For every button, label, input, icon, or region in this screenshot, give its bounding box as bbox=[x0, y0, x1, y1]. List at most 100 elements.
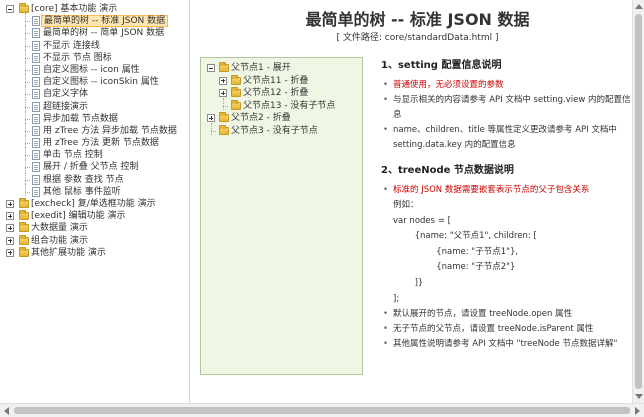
page-icon bbox=[32, 125, 40, 136]
scroll-left-icon[interactable] bbox=[4, 407, 9, 415]
nav-item-label[interactable]: 自定义字体 bbox=[43, 88, 88, 100]
code-line: {name: "子节点1"}, bbox=[393, 246, 519, 257]
code-line: 例如： bbox=[393, 200, 419, 210]
demo-node-parent3[interactable]: 父节点3 - 没有子节点 bbox=[201, 122, 362, 138]
demo-node-parent1[interactable]: 父节点1 - 展开 bbox=[201, 62, 362, 75]
page-icon bbox=[32, 162, 40, 173]
folder-icon bbox=[231, 99, 241, 110]
page-icon bbox=[32, 138, 40, 149]
page-title: 最简单的树 -- 标准 JSON 数据 bbox=[305, 10, 530, 29]
nav-item-label[interactable]: 用 zTree 方法 异步加载 节点数据 bbox=[43, 125, 177, 137]
treenode-note: 无子节点的父节点，请设置 treeNode.isParent 属性 bbox=[378, 322, 633, 337]
nav-item-label[interactable]: 展开 / 折叠 父节点 控制 bbox=[43, 161, 138, 173]
navigation-tree: [core] 基本功能 演示 最简单的树 -- 标准 JSON 数据 最简单的树… bbox=[0, 0, 190, 403]
horizontal-scrollbar[interactable] bbox=[0, 403, 644, 417]
expand-switch-icon[interactable] bbox=[6, 212, 14, 221]
nav-node-excheck[interactable]: [excheck] 复/单选框功能 演示 bbox=[0, 198, 189, 210]
expand-switch-icon[interactable] bbox=[219, 76, 227, 85]
nav-node-other-ext[interactable]: 其他扩展功能 演示 bbox=[0, 246, 189, 259]
nav-item-click-control[interactable]: 单击 节点 控制 bbox=[0, 147, 189, 161]
folder-open-icon bbox=[219, 62, 229, 72]
nav-node-label[interactable]: 大数据量 演示 bbox=[31, 222, 88, 234]
nav-item-expand-control[interactable]: 展开 / 折叠 父节点 控制 bbox=[0, 159, 189, 173]
demo-node-parent2[interactable]: 父节点2 - 折叠 bbox=[201, 112, 362, 125]
treenode-note: 其他属性说明请参考 API 文档中 "treeNode 节点数据详解" bbox=[378, 337, 633, 352]
nav-item-label[interactable]: 用 zTree 方法 更新 节点数据 bbox=[43, 137, 159, 149]
demo-node-label[interactable]: 父节点12 - 折叠 bbox=[243, 87, 308, 99]
page-icon bbox=[32, 77, 40, 88]
nav-item-label[interactable]: 其他 鼠标 事件监听 bbox=[43, 186, 121, 198]
folder-icon bbox=[19, 246, 29, 257]
setting-note: 普通使用，无必须设置的参数 bbox=[378, 78, 633, 93]
nav-item-label[interactable]: 异步加载 节点数据 bbox=[43, 113, 118, 125]
nav-item-label[interactable]: 不显示 节点 图标 bbox=[43, 52, 112, 64]
page-icon bbox=[32, 113, 40, 124]
demo-node-label[interactable]: 父节点13 - 没有子节点 bbox=[243, 100, 335, 112]
scroll-up-icon[interactable] bbox=[635, 4, 643, 9]
code-line: ]} bbox=[393, 277, 424, 288]
nav-item-label[interactable]: 最简单的树 -- 标准 JSON 数据 bbox=[41, 15, 169, 28]
nav-item-label[interactable]: 单击 节点 控制 bbox=[43, 149, 103, 161]
scroll-right-icon[interactable] bbox=[635, 407, 640, 415]
demo-node-label[interactable]: 父节点1 - 展开 bbox=[231, 62, 291, 74]
nav-item-simple-json[interactable]: 最简单的树 -- 简单 JSON 数据 bbox=[0, 25, 189, 39]
nav-node-label[interactable]: [exedit] 编辑功能 演示 bbox=[31, 210, 125, 222]
nav-node-label[interactable]: [core] 基本功能 演示 bbox=[31, 3, 117, 15]
nav-item-async-method[interactable]: 用 zTree 方法 异步加载 节点数据 bbox=[0, 122, 189, 137]
folder-icon bbox=[19, 210, 29, 221]
nav-node-combo[interactable]: 组合功能 演示 bbox=[0, 234, 189, 247]
expand-switch-icon[interactable] bbox=[6, 248, 14, 257]
nav-item-label[interactable]: 不显示 连接线 bbox=[43, 40, 100, 52]
section-title-treenode: 2、treeNode 节点数据说明 bbox=[381, 165, 514, 176]
expand-switch-icon[interactable] bbox=[6, 224, 14, 233]
vertical-scrollbar[interactable] bbox=[632, 0, 644, 403]
collapse-switch-icon[interactable] bbox=[207, 64, 215, 72]
folder-icon bbox=[19, 222, 29, 233]
expand-switch-icon[interactable] bbox=[219, 89, 227, 97]
code-line: ]; bbox=[393, 293, 400, 304]
nav-item-label[interactable]: 最简单的树 -- 简单 JSON 数据 bbox=[43, 27, 164, 39]
code-line: {name: "子节点2"} bbox=[393, 262, 516, 273]
nav-item-update-method[interactable]: 用 zTree 方法 更新 节点数据 bbox=[0, 135, 189, 149]
demo-node-label[interactable]: 父节点3 - 没有子节点 bbox=[231, 125, 318, 137]
nav-node-label[interactable]: 组合功能 演示 bbox=[31, 235, 88, 247]
nav-item-label[interactable]: 超链接演示 bbox=[43, 101, 88, 113]
nav-node-core[interactable]: [core] 基本功能 演示 bbox=[0, 3, 189, 15]
nav-node-bigdata[interactable]: 大数据量 演示 bbox=[0, 222, 189, 234]
folder-icon bbox=[19, 234, 29, 245]
code-line: var nodes = [ bbox=[393, 215, 451, 226]
folder-icon bbox=[231, 87, 241, 97]
nav-item-no-line[interactable]: 不显示 连接线 bbox=[0, 37, 189, 52]
folder-icon bbox=[219, 124, 229, 135]
page-icon bbox=[32, 64, 40, 75]
nav-item-async[interactable]: 异步加载 节点数据 bbox=[0, 110, 189, 125]
nav-node-label[interactable]: [excheck] 复/单选框功能 演示 bbox=[31, 198, 156, 210]
nav-node-exedit[interactable]: [exedit] 编辑功能 演示 bbox=[0, 210, 189, 222]
nav-item-no-icon[interactable]: 不显示 节点 图标 bbox=[0, 49, 189, 64]
demo-node-label[interactable]: 父节点11 - 折叠 bbox=[243, 75, 308, 87]
demo-node-parent13[interactable]: 父节点13 - 没有子节点 bbox=[201, 97, 362, 113]
expand-switch-icon[interactable] bbox=[207, 114, 215, 122]
demo-node-parent12[interactable]: 父节点12 - 折叠 bbox=[201, 87, 362, 100]
nav-item-label[interactable]: 自定义图标 -- icon 属性 bbox=[43, 64, 140, 76]
collapse-switch-icon[interactable] bbox=[6, 5, 14, 13]
nav-item-mouse-events[interactable]: 其他 鼠标 事件监听 bbox=[0, 183, 189, 198]
nav-item-label[interactable]: 自定义图标 -- iconSkin 属性 bbox=[43, 76, 159, 88]
nav-node-label[interactable]: 其他扩展功能 演示 bbox=[31, 247, 106, 259]
nav-item-custom-font[interactable]: 自定义字体 bbox=[0, 86, 189, 100]
expand-switch-icon[interactable] bbox=[6, 200, 14, 208]
scroll-thumb[interactable] bbox=[635, 14, 642, 389]
expand-switch-icon[interactable] bbox=[6, 236, 14, 245]
nav-item-label[interactable]: 根据 参数 查找 节点 bbox=[43, 174, 124, 186]
nav-item-search[interactable]: 根据 参数 查找 节点 bbox=[0, 171, 189, 186]
demo-node-parent11[interactable]: 父节点11 - 折叠 bbox=[201, 74, 362, 88]
scroll-thumb[interactable] bbox=[14, 407, 630, 414]
scroll-down-icon[interactable] bbox=[635, 394, 643, 399]
info-panel: 1、setting 配置信息说明 普通使用，无必须设置的参数 与显示相关的内容请… bbox=[378, 52, 633, 352]
nav-item-hyperlink[interactable]: 超链接演示 bbox=[0, 98, 189, 113]
nav-item-standard-json[interactable]: 最简单的树 -- 标准 JSON 数据 bbox=[0, 13, 189, 28]
folder-icon bbox=[219, 112, 229, 122]
demo-node-label[interactable]: 父节点2 - 折叠 bbox=[231, 112, 291, 124]
nav-item-custom-iconskin[interactable]: 自定义图标 -- iconSkin 属性 bbox=[0, 74, 189, 88]
nav-item-custom-icon[interactable]: 自定义图标 -- icon 属性 bbox=[0, 61, 189, 76]
